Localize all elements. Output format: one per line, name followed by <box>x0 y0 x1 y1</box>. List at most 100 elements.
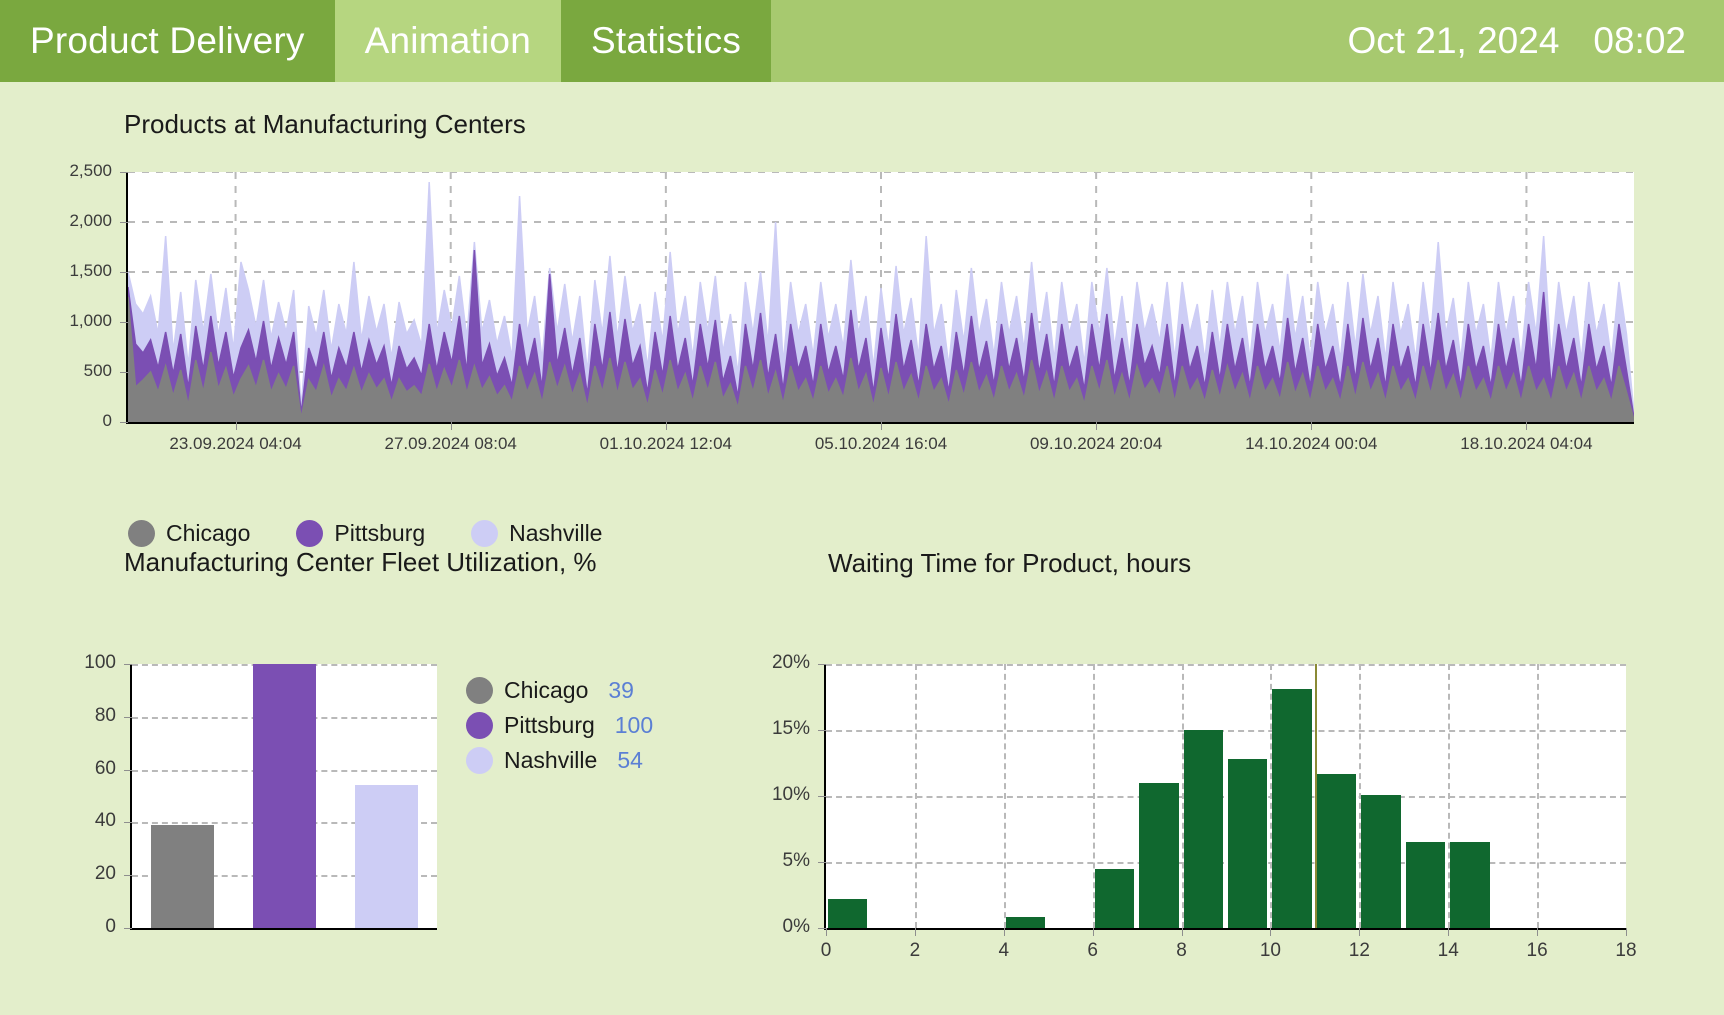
main-chart-xtick: 14.10.2024 00:04 <box>1245 434 1378 453</box>
main-chart-xtick: 18.10.2024 04:04 <box>1460 434 1593 453</box>
wait-marker-line <box>1314 664 1317 928</box>
tab-statistics-label: Statistics <box>590 20 742 61</box>
tab-animation[interactable]: Animation <box>334 0 561 82</box>
util-chart-ytick-mark <box>124 928 132 929</box>
main-chart-title: Products at Manufacturing Centers <box>124 109 526 139</box>
main-chart-xtick: 23.09.2024 04:04 <box>169 434 302 453</box>
wait-chart-ytick-mark <box>818 796 826 797</box>
wait-gridline-h <box>826 664 1626 666</box>
main-chart-ytick-mark <box>120 222 128 223</box>
wait-histogram-bar <box>1405 842 1446 928</box>
util-legend-label: Nashville <box>504 747 598 773</box>
wait-chart-ytick: 15% <box>771 718 810 739</box>
main-chart-xtick-mark <box>665 422 667 430</box>
tab-product-delivery-label: Product Delivery <box>30 20 305 61</box>
utilization-chart-title: Manufacturing Center Fleet Utilization, … <box>124 547 597 577</box>
wait-gridline-v <box>914 664 917 928</box>
wait-chart-xtick: 18 <box>1615 940 1637 961</box>
util-bar-nashville <box>354 785 418 928</box>
util-chart-ytick: 0 <box>105 916 116 937</box>
main-chart-ytick-mark <box>120 272 128 273</box>
wait-gridline-v <box>1537 664 1540 928</box>
wait-histogram-bar <box>1228 759 1268 928</box>
util-chart-y-axis <box>130 664 132 930</box>
main-chart-xtick: 01.10.2024 12:04 <box>599 434 733 453</box>
wait-chart-xtick-mark <box>1626 928 1627 936</box>
wait-histogram-bar <box>1316 773 1357 928</box>
util-legend-item-pittsburg: Pittsburg 100 <box>466 712 653 739</box>
legend-color-dot <box>128 520 155 547</box>
legend-color-dot <box>466 712 493 739</box>
wait-histogram-bar <box>1183 730 1223 928</box>
header-date: Oct 21, 2024 <box>1347 20 1560 61</box>
util-chart-ytick-mark <box>124 716 132 718</box>
wait-chart-ytick-mark <box>818 664 826 665</box>
main-chart-xtick-mark <box>1096 422 1098 430</box>
main-chart-ytick: 500 <box>83 361 112 380</box>
wait-chart-ytick: 5% <box>782 850 810 871</box>
utilization-chart-legend: Chicago 39 Pittsburg 100 Nashville 54 <box>466 677 653 774</box>
util-chart-ytick: 20 <box>94 863 116 885</box>
wait-chart-ytick: 10% <box>771 784 810 805</box>
wait-chart-xtick-mark <box>914 928 916 936</box>
wait-histogram-bar <box>1005 917 1046 928</box>
wait-gridline-h <box>826 796 1626 798</box>
main-chart-ytick-mark <box>120 172 128 173</box>
util-chart-x-axis <box>130 928 437 930</box>
wait-histogram-bar <box>828 898 868 928</box>
header-time: 08:02 <box>1593 20 1686 61</box>
main-legend-label: Nashville <box>509 520 603 546</box>
main-legend-label: Pittsburg <box>334 520 426 546</box>
main-chart-xtick: 27.09.2024 08:04 <box>384 434 517 453</box>
wait-chart-xtick: 10 <box>1259 940 1282 961</box>
util-chart-ytick: 60 <box>94 757 116 779</box>
util-chart-ytick: 80 <box>94 704 116 726</box>
util-bar-chicago <box>151 825 215 928</box>
wait-gridline-v <box>1003 664 1006 928</box>
main-chart-xtick-mark <box>1311 422 1313 430</box>
util-chart-ytick: 100 <box>84 652 116 673</box>
main-chart-xtick-mark <box>450 422 452 430</box>
main-chart-xtick-mark <box>235 422 237 430</box>
main-chart-xtick: 05.10.2024 16:04 <box>814 434 948 453</box>
util-legend-value: 54 <box>617 747 643 773</box>
wait-chart-xtick: 2 <box>909 940 921 961</box>
tab-product-delivery[interactable]: Product Delivery <box>0 0 335 82</box>
wait-chart-xtick-mark <box>1448 928 1450 936</box>
wait-chart-ytick-mark <box>818 928 826 929</box>
tab-animation-label: Animation <box>364 20 531 61</box>
util-legend-item-nashville: Nashville 54 <box>466 747 653 774</box>
wait-histogram-bar <box>1272 689 1312 928</box>
app-header: Product Delivery Animation Statistics Oc… <box>0 0 1724 82</box>
main-chart-ytick-mark <box>120 372 128 373</box>
wait-chart-xtick-mark <box>1359 928 1361 936</box>
util-legend-label: Pittsburg <box>504 712 595 738</box>
main-chart-ytick: 1,500 <box>69 261 112 280</box>
util-chart-ytick-mark <box>124 822 132 824</box>
main-chart-y-axis <box>126 172 128 424</box>
wait-histogram-bar <box>1094 868 1135 928</box>
wait-chart-ytick-mark <box>818 862 826 863</box>
wait-gridline-h <box>826 862 1626 864</box>
wait-chart-y-axis <box>824 664 826 930</box>
wait-chart-ytick-mark <box>818 730 826 731</box>
wait-chart-xtick-mark <box>826 928 827 936</box>
main-chart-ytick: 2,500 <box>69 161 112 180</box>
wait-histogram-bar <box>1361 794 1401 928</box>
tab-statistics[interactable]: Statistics <box>560 0 772 82</box>
main-legend-item-nashville: Nashville <box>471 520 602 547</box>
util-legend-label: Chicago <box>504 677 589 703</box>
main-chart-legend: Chicago Pittsburg Nashville <box>128 520 636 547</box>
wait-chart-xtick-mark <box>1537 928 1539 936</box>
wait-chart-xtick: 14 <box>1437 940 1459 961</box>
wait-gridline-h <box>826 730 1626 732</box>
wait-chart-xtick-mark <box>1003 928 1005 936</box>
wait-chart-x-axis <box>824 928 1626 930</box>
legend-color-dot <box>471 520 499 547</box>
main-chart-xtick-mark <box>1526 422 1528 430</box>
legend-color-dot <box>296 520 324 547</box>
wait-chart-xtick: 16 <box>1526 940 1548 961</box>
statistics-dashboard: Product Delivery Animation Statistics Oc… <box>0 0 1724 1015</box>
main-chart-ytick: 2,000 <box>69 211 112 230</box>
main-chart-ytick-mark <box>120 322 128 323</box>
